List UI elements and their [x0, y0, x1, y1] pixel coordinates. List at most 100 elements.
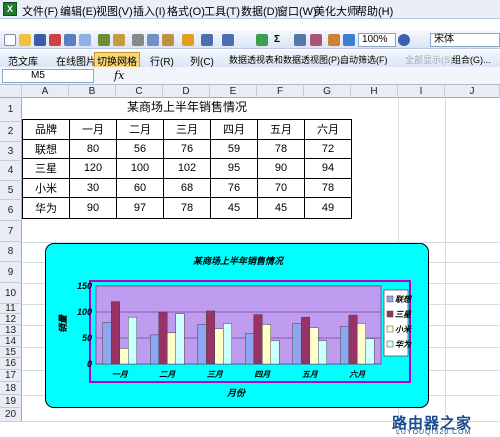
autosum-icon[interactable]: Σ [274, 34, 280, 45]
menu-insert[interactable]: 插入(I) [133, 3, 165, 19]
row-header-1[interactable]: 1 [0, 98, 22, 122]
table-cell[interactable]: 80 [69, 138, 117, 159]
table-cell[interactable]: 小米 [22, 177, 70, 198]
table-cell[interactable]: 94 [304, 157, 352, 179]
row-header-13[interactable]: 13 [0, 325, 22, 336]
table-cell[interactable]: 100 [116, 157, 164, 179]
excel-app-icon[interactable]: X [3, 2, 17, 16]
row-header-14[interactable]: 14 [0, 336, 22, 347]
column-header-j[interactable]: J [445, 85, 500, 98]
table-cell[interactable]: 30 [69, 177, 117, 198]
paste-icon[interactable] [162, 34, 174, 46]
table-header-cell[interactable]: 二月 [116, 118, 164, 140]
table-title[interactable]: 某商场上半年销售情况 [22, 95, 352, 120]
row-header-3[interactable]: 3 [0, 142, 22, 161]
table-cell[interactable]: 72 [304, 138, 352, 159]
table-cell[interactable]: 78 [163, 196, 211, 219]
sort-asc-icon[interactable] [294, 34, 306, 46]
row-header-20[interactable]: 20 [0, 408, 22, 422]
table-cell[interactable]: 102 [163, 157, 211, 179]
row-header-17[interactable]: 17 [0, 370, 22, 382]
undo-icon[interactable] [201, 34, 213, 46]
menu-format[interactable]: 格式(O) [167, 3, 205, 19]
table-cell[interactable]: 68 [163, 177, 211, 198]
row-button[interactable]: 行(R) [150, 53, 174, 68]
row-header-16[interactable]: 16 [0, 358, 22, 370]
fx-icon[interactable]: fx [114, 69, 124, 82]
row-header-2[interactable]: 2 [0, 122, 22, 142]
autofilter-button[interactable]: 自动筛选(F) [340, 53, 388, 66]
table-cell[interactable]: 联想 [22, 138, 70, 159]
redo-icon[interactable] [222, 34, 234, 46]
print-preview-icon[interactable] [79, 34, 91, 46]
table-cell[interactable]: 56 [116, 138, 164, 159]
select-all-corner[interactable] [0, 85, 22, 98]
table-cell[interactable]: 90 [69, 196, 117, 219]
table-cell[interactable]: 120 [69, 157, 117, 179]
copy-icon[interactable] [147, 34, 159, 46]
show-all-button[interactable]: 全部显示(S) [405, 53, 453, 66]
table-header-cell[interactable]: 五月 [257, 118, 305, 140]
table-cell[interactable]: 76 [163, 138, 211, 159]
embedded-chart[interactable]: 某商场上半年销售情况 销量 月份 0 50 100 150 一月 二月 三月 四月 五月 六月 联… [45, 243, 429, 408]
menu-view[interactable]: 视图(V) [96, 3, 133, 19]
column-header-h[interactable]: H [351, 85, 398, 98]
column-button[interactable]: 列(C) [190, 53, 214, 68]
table-cell[interactable]: 45 [257, 196, 305, 219]
open-icon[interactable] [19, 34, 31, 46]
table-cell[interactable]: 78 [304, 177, 352, 198]
row-header-4[interactable]: 4 [0, 161, 22, 181]
pivot-table-button[interactable]: 数据透视表和数据透视图(P)... [229, 53, 348, 66]
table-cell[interactable]: 70 [257, 177, 305, 198]
column-header-i[interactable]: I [398, 85, 445, 98]
row-header-6[interactable]: 6 [0, 200, 22, 221]
chart-wizard-icon[interactable] [328, 34, 340, 46]
table-cell[interactable]: 59 [210, 138, 258, 159]
spelling-icon[interactable] [98, 34, 110, 46]
permission-icon[interactable] [49, 34, 61, 46]
online-images-button[interactable]: 在线图片 [56, 53, 96, 68]
row-header-11[interactable]: 11 [0, 304, 22, 314]
group-button[interactable]: 组合(G)... [452, 53, 491, 66]
table-header-cell[interactable]: 六月 [304, 118, 352, 140]
row-header-10[interactable]: 10 [0, 283, 22, 304]
row-header-7[interactable]: 7 [0, 221, 22, 242]
table-cell[interactable]: 76 [210, 177, 258, 198]
menu-edit[interactable]: 编辑(E) [60, 3, 97, 19]
row-header-9[interactable]: 9 [0, 262, 22, 283]
format-painter-icon[interactable] [182, 34, 194, 46]
row-header-18[interactable]: 18 [0, 382, 22, 395]
table-cell[interactable]: 78 [257, 138, 305, 159]
font-combo[interactable]: 宋体 [430, 33, 500, 47]
menu-data[interactable]: 数据(D) [241, 3, 278, 19]
chart-legend[interactable]: 联想三星小米华为 [383, 289, 413, 357]
row-header-15[interactable]: 15 [0, 347, 22, 358]
table-cell[interactable]: 三星 [22, 157, 70, 179]
table-cell[interactable]: 90 [257, 157, 305, 179]
table-header-cell[interactable]: 一月 [69, 118, 117, 140]
cut-icon[interactable] [132, 34, 144, 46]
row-header-8[interactable]: 8 [0, 242, 22, 262]
row-header-5[interactable]: 5 [0, 181, 22, 200]
sort-desc-icon[interactable] [310, 34, 322, 46]
table-cell[interactable]: 60 [116, 177, 164, 198]
drawing-icon[interactable] [343, 34, 355, 46]
new-icon[interactable] [4, 34, 16, 46]
help-icon[interactable] [398, 34, 410, 46]
row-header-12[interactable]: 12 [0, 314, 22, 325]
save-icon[interactable] [34, 34, 46, 46]
table-cell[interactable]: 49 [304, 196, 352, 219]
row-header-19[interactable]: 19 [0, 395, 22, 408]
table-cell[interactable]: 华为 [22, 196, 70, 219]
menu-beautify[interactable]: 美化大师 [314, 3, 358, 19]
research-icon[interactable] [113, 34, 125, 46]
menu-help[interactable]: 帮助(H) [356, 3, 393, 19]
hyperlink-icon[interactable] [256, 34, 268, 46]
table-cell[interactable]: 97 [116, 196, 164, 219]
zoom-combo[interactable]: 100% [358, 33, 396, 47]
table-header-cell[interactable]: 品牌 [22, 118, 70, 140]
menu-tools[interactable]: 工具(T) [204, 3, 240, 19]
table-cell[interactable]: 45 [210, 196, 258, 219]
table-header-cell[interactable]: 三月 [163, 118, 211, 140]
menu-file[interactable]: 文件(F) [22, 3, 58, 19]
